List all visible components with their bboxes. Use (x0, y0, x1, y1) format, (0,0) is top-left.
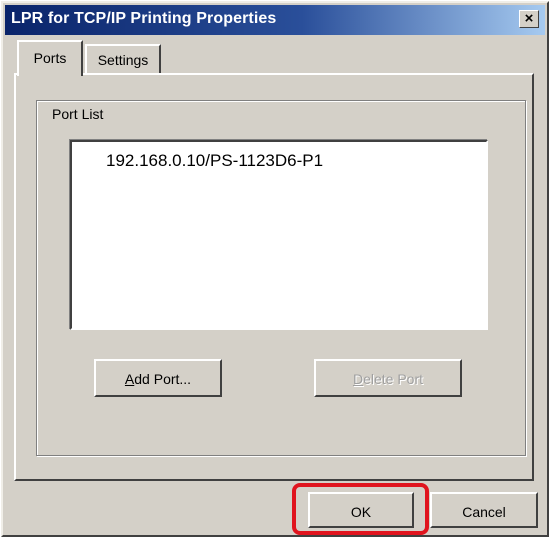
window-title: LPR for TCP/IP Printing Properties (11, 10, 277, 27)
port-listbox[interactable]: 192.168.0.10/PS-1123D6-P1 (70, 140, 488, 330)
ok-button[interactable]: OK (308, 492, 414, 528)
title-bar[interactable]: LPR for TCP/IP Printing Properties × (5, 5, 545, 35)
list-item[interactable]: 192.168.0.10/PS-1123D6-P1 (106, 151, 323, 171)
close-icon[interactable]: × (519, 10, 539, 28)
delete-port-button: Delete Port (314, 359, 462, 397)
tab-ports[interactable]: Ports (17, 40, 83, 76)
tab-settings[interactable]: Settings (85, 44, 161, 74)
cancel-button[interactable]: Cancel (430, 492, 538, 528)
port-list-label: Port List (48, 106, 108, 122)
add-port-button[interactable]: Add Port... (94, 359, 222, 397)
